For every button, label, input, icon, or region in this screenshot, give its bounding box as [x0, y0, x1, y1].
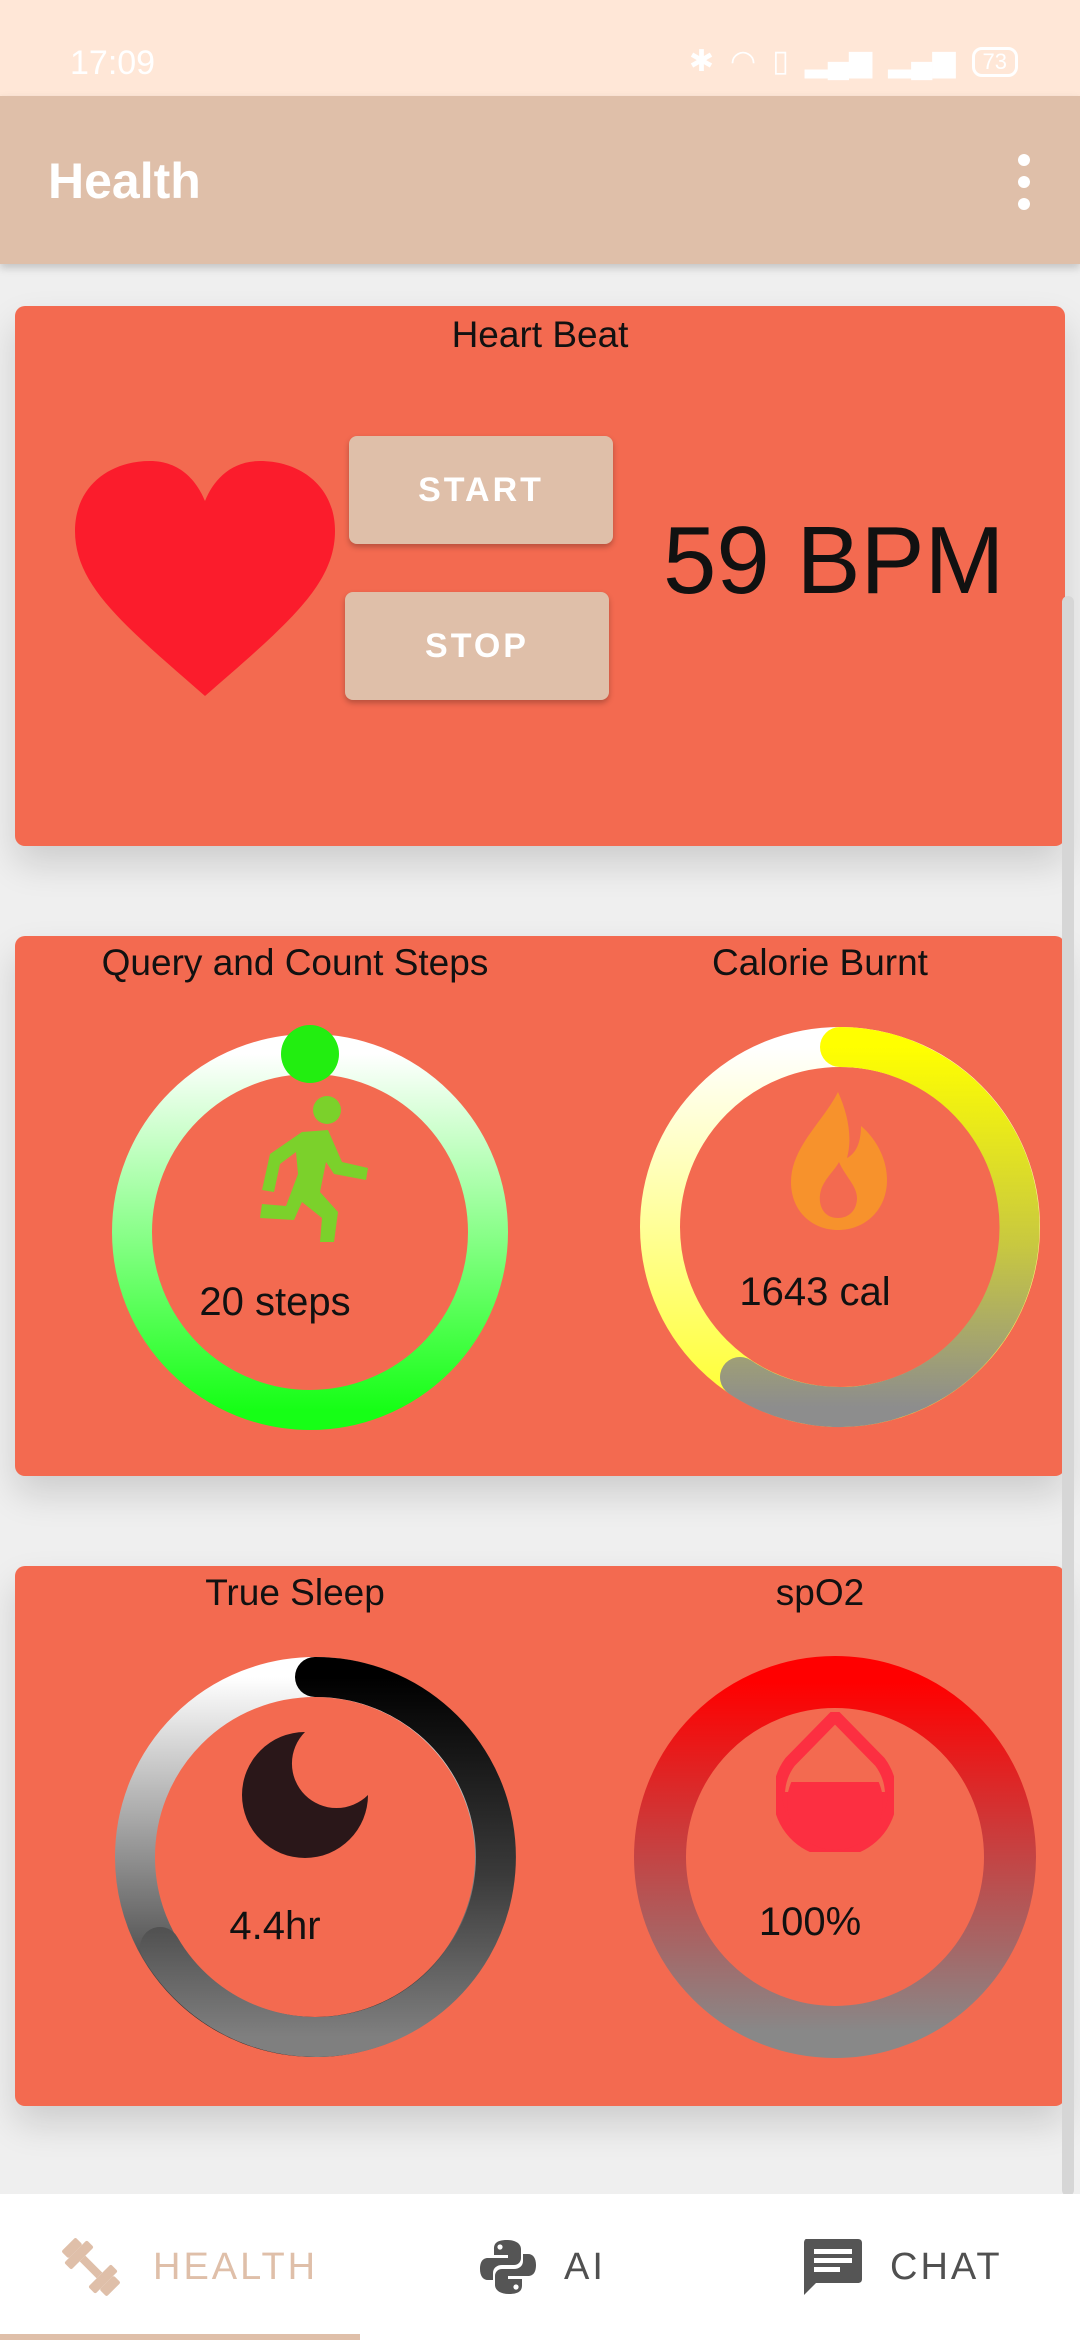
sleep-ring: 4.4hr — [100, 1642, 530, 2072]
heart-icon — [75, 461, 335, 696]
spo2-title: spO2 — [775, 1572, 865, 1613]
calories-title: Calorie Burnt — [712, 942, 928, 983]
nav-selected-indicator — [0, 2334, 360, 2340]
wellness-card: True Sleep spO2 4.4hr 100% — [15, 1566, 1065, 2106]
chat-icon — [804, 2239, 862, 2295]
start-button[interactable]: START — [349, 436, 613, 544]
flame-icon — [791, 1092, 887, 1230]
app-bar: Health — [0, 96, 1080, 264]
nav-item-ai[interactable]: AI — [478, 2194, 606, 2340]
spo2-value: 100% — [758, 1900, 862, 1944]
app-title: Health — [48, 153, 201, 209]
status-bar: 17:09 ✱ ◠ ▯ ▂▄▆ ▂▄▆ 73 — [0, 0, 1080, 96]
running-person-icon — [260, 1096, 368, 1242]
calories-ring: 1643 cal — [625, 1012, 1055, 1442]
heart-beat-card: Heart Beat START STOP 59 BPM — [15, 306, 1065, 846]
moon-icon — [242, 1732, 368, 1858]
activity-card: Query and Count Steps Calorie Burnt 20 s… — [15, 936, 1065, 1476]
signal-icon-2: ▂▄▆ — [888, 45, 956, 78]
dumbbell-icon — [62, 2238, 120, 2296]
nav-item-health[interactable]: HEALTH — [55, 2194, 318, 2340]
headset-icon: ◠ — [730, 45, 757, 78]
sleep-title: True Sleep — [205, 1572, 385, 1613]
scrollbar[interactable] — [1062, 596, 1074, 2196]
bottom-nav: HEALTH AI CHAT — [0, 2194, 1080, 2340]
steps-value: 20 steps — [199, 1280, 351, 1324]
bluetooth-icon: ✱ — [688, 45, 714, 78]
stop-button[interactable]: STOP — [345, 592, 609, 700]
drop-icon — [776, 1712, 894, 1852]
more-options-icon[interactable] — [1012, 154, 1036, 210]
nav-label-health: HEALTH — [153, 2245, 319, 2288]
status-icons: ✱ ◠ ▯ ▂▄▆ ▂▄▆ 73 — [689, 44, 1018, 79]
python-icon — [480, 2240, 536, 2294]
spo2-ring: 100% — [620, 1642, 1050, 2072]
vibrate-icon: ▯ — [772, 45, 789, 78]
nav-label-chat: CHAT — [890, 2245, 1003, 2288]
status-time: 17:09 — [70, 44, 156, 82]
sleep-value: 4.4hr — [229, 1904, 321, 1948]
calories-value: 1643 cal — [739, 1270, 891, 1314]
steps-ring: 20 steps — [100, 1022, 520, 1442]
battery-icon: 73 — [971, 46, 1018, 77]
steps-title: Query and Count Steps — [101, 942, 489, 983]
heart-beat-title: Heart Beat — [451, 314, 629, 355]
nav-label-ai: AI — [564, 2245, 606, 2288]
signal-icon: ▂▄▆ — [804, 45, 873, 78]
nav-item-chat[interactable]: CHAT — [800, 2194, 1003, 2340]
bpm-readout: 59 BPM — [663, 507, 1005, 614]
